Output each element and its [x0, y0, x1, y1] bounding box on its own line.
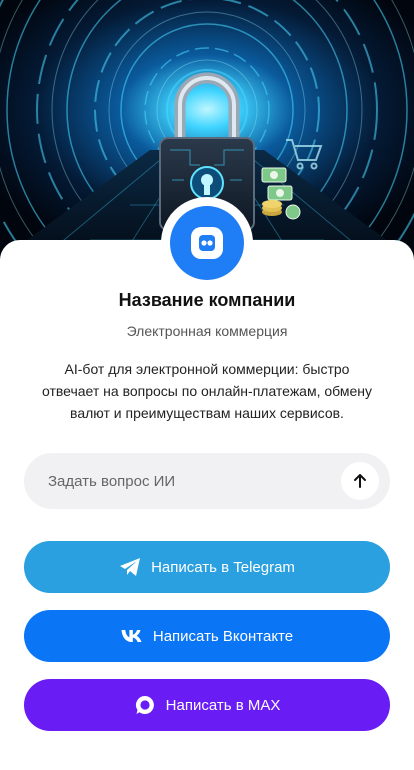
- company-category: Электронная коммерция: [126, 323, 288, 339]
- telegram-icon: [119, 557, 141, 577]
- company-description: AI-бот для электронной коммерции: быстро…: [41, 361, 373, 421]
- vk-button-label: Написать Вконтакте: [152, 627, 294, 645]
- send-button[interactable]: [341, 462, 379, 500]
- ask-ai-input[interactable]: [48, 453, 338, 509]
- arrow-up-icon: [351, 472, 369, 490]
- chat-bot-icon: [170, 206, 244, 280]
- ask-ai-box: [24, 453, 390, 509]
- company-name: Название компании: [118, 290, 296, 310]
- avatar: [161, 197, 253, 289]
- vk-button[interactable]: Написать Вконтакте: [24, 610, 390, 662]
- vk-icon: [121, 629, 143, 643]
- telegram-button[interactable]: Написать в Telegram: [24, 541, 390, 593]
- telegram-button-label: Написать в Telegram: [151, 558, 295, 576]
- max-icon: [134, 694, 156, 716]
- max-button[interactable]: Написать в MAX: [24, 679, 390, 731]
- max-button-label: Написать в MAX: [165, 696, 281, 714]
